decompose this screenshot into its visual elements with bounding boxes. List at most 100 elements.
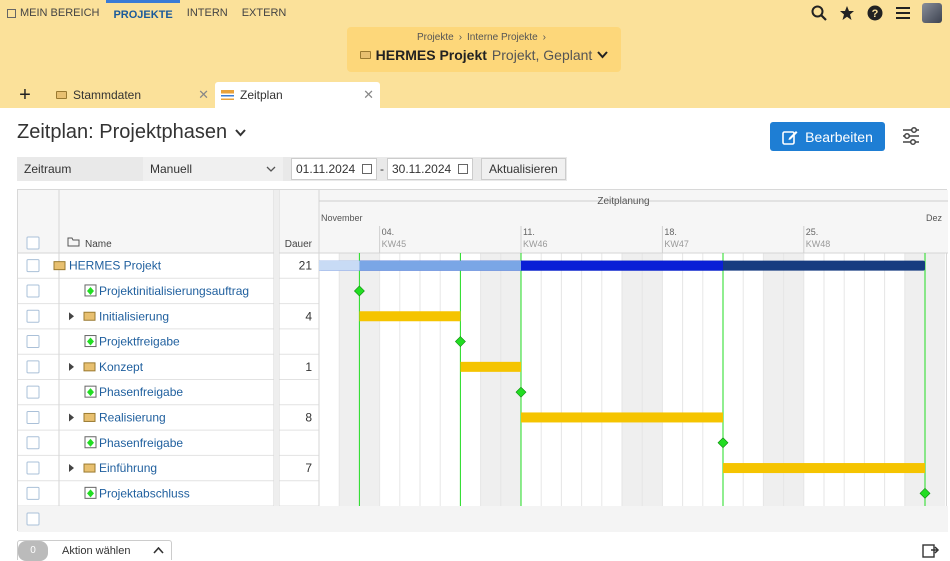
action-bar[interactable]: 0 Aktion wählen [17, 540, 172, 561]
svg-text:?: ? [872, 8, 879, 20]
row-checkbox[interactable] [26, 284, 40, 298]
nav-item-projekte[interactable]: PROJEKTE [106, 0, 180, 26]
add-tab-button[interactable]: + [0, 82, 50, 108]
day-column [500, 253, 521, 506]
pane-splitter[interactable] [274, 190, 279, 506]
breadcrumb-item[interactable]: Interne Projekte [467, 32, 538, 43]
edit-icon [782, 130, 798, 145]
day-column [561, 253, 582, 506]
expand-icon[interactable] [69, 312, 74, 321]
day-column [480, 253, 501, 506]
project-subtitle: Projekt, Geplant [491, 47, 593, 63]
export-icon[interactable] [922, 542, 940, 558]
close-icon[interactable]: ✕ [198, 87, 209, 103]
expand-icon[interactable] [69, 362, 74, 371]
row-checkbox[interactable] [26, 410, 40, 424]
row-name[interactable]: HERMES Projekt [69, 259, 162, 273]
chevron-down-icon[interactable] [597, 51, 609, 59]
sliders-icon[interactable] [900, 125, 922, 147]
row-name[interactable]: Projektfreigabe [99, 335, 180, 349]
row-name[interactable]: Realisierung [99, 410, 166, 424]
row-name[interactable]: Phasenfreigabe [99, 385, 183, 399]
period-mode-select[interactable]: Manuell [143, 157, 283, 181]
day-column [319, 253, 340, 506]
nav-item-mein-bereich[interactable]: MEIN BEREICH [0, 0, 106, 26]
grid-footer [18, 506, 948, 532]
row-checkbox[interactable] [26, 309, 40, 323]
row-checkbox[interactable] [26, 259, 40, 273]
row-checkbox[interactable] [26, 335, 40, 349]
breadcrumb-item[interactable]: Projekte [417, 32, 454, 43]
row-duration: 1 [305, 360, 312, 374]
row-name[interactable]: Initialisierung [99, 309, 169, 323]
row-checkbox[interactable] [26, 360, 40, 374]
day-column [702, 253, 723, 506]
calendar-icon[interactable] [362, 164, 372, 174]
row-name[interactable]: Projektinitialisierungsauftrag [99, 284, 249, 298]
breadcrumb-separator: › [542, 32, 546, 43]
row-name[interactable]: Projektabschluss [99, 486, 190, 500]
phase-bar[interactable] [723, 463, 925, 474]
footer-checkbox[interactable] [26, 512, 40, 526]
tab-zeitplan[interactable]: Zeitplan ✕ [215, 82, 380, 108]
folder-icon [359, 51, 371, 59]
row-duration: 8 [305, 410, 312, 424]
filter-bar: Zeitraum Manuell 01.11.2024 - 30.11.2024… [17, 157, 567, 181]
edit-button-label: Bearbeiten [805, 128, 873, 145]
day-column [521, 253, 542, 506]
folder-icon [83, 412, 96, 422]
date-to-value: 30.11.2024 [392, 162, 452, 176]
row-checkbox[interactable] [26, 385, 40, 399]
tab-stammdaten[interactable]: Stammdaten ✕ [50, 82, 215, 108]
expand-icon[interactable] [69, 413, 74, 422]
menu-icon[interactable] [894, 4, 912, 22]
week-number-label: KW47 [664, 239, 689, 249]
chevron-up-icon [152, 547, 164, 554]
row-name[interactable]: Einführung [99, 461, 157, 475]
phase-bar[interactable] [359, 311, 461, 322]
expand-icon[interactable] [69, 464, 74, 473]
week-number-label: KW45 [382, 239, 407, 249]
search-icon[interactable] [810, 4, 828, 22]
star-icon[interactable] [838, 4, 856, 22]
row-checkbox[interactable] [26, 461, 40, 475]
chevron-down-icon[interactable] [235, 128, 246, 137]
phase-bar[interactable] [460, 361, 521, 372]
folder-icon [53, 261, 66, 271]
folder-icon [83, 463, 96, 473]
nav-item-extern[interactable]: EXTERN [235, 0, 294, 26]
calendar-icon[interactable] [458, 164, 468, 174]
week-day-label: 18. [664, 227, 677, 237]
week-day-label: 04. [382, 227, 395, 237]
date-from-value: 01.11.2024 [296, 162, 356, 176]
breadcrumb-separator: › [458, 32, 463, 43]
project-bar-lead [319, 260, 360, 271]
select-all-checkbox[interactable] [26, 236, 40, 250]
row-checkbox[interactable] [26, 436, 40, 450]
date-range-dash: - [380, 162, 384, 176]
period-mode-value: Manuell [150, 162, 193, 176]
gantt-chart: Zeitplanung November Dez 04. KW45 11. KW46 18. K… [18, 190, 948, 532]
nav-item-intern[interactable]: INTERN [180, 0, 235, 26]
page-title[interactable]: Zeitplan: Projektphasen [17, 121, 246, 144]
project-selector[interactable]: Projekte › Interne Projekte › HERMES Projek… [347, 27, 621, 72]
edit-button[interactable]: Bearbeiten [770, 122, 885, 151]
avatar[interactable] [922, 3, 942, 23]
row-name[interactable]: Konzept [99, 360, 144, 374]
project-name: HERMES Projekt [375, 47, 487, 63]
column-header-name[interactable]: Name [85, 239, 112, 250]
day-column [379, 253, 400, 506]
date-to-field[interactable]: 30.11.2024 [387, 158, 473, 180]
home-icon [7, 8, 16, 18]
phase-bar[interactable] [521, 412, 723, 423]
row-checkbox[interactable] [26, 486, 40, 500]
day-column [642, 253, 663, 506]
column-header-duration[interactable]: Dauer [285, 239, 313, 250]
close-icon[interactable]: ✕ [363, 87, 374, 103]
tab-label: Zeitplan [240, 88, 283, 102]
date-from-field[interactable]: 01.11.2024 [291, 158, 377, 180]
row-name[interactable]: Phasenfreigabe [99, 436, 183, 450]
help-icon[interactable]: ? [866, 4, 884, 22]
refresh-button[interactable]: Aktualisieren [481, 158, 566, 180]
chevron-down-icon [266, 166, 276, 172]
